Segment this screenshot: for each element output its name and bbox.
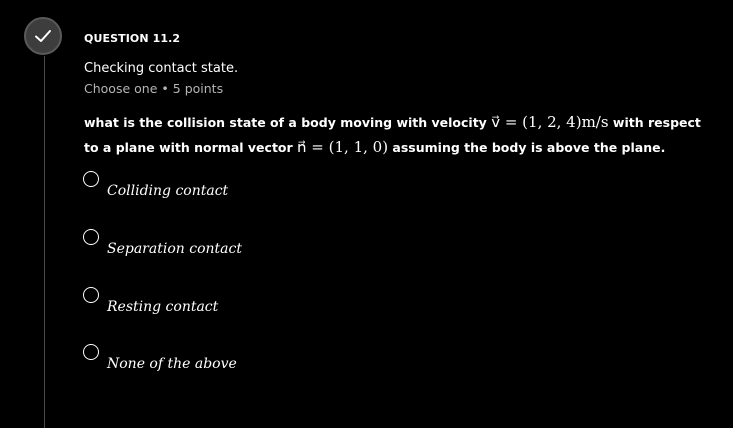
status-badge: [24, 17, 62, 55]
question-text-part-1: what is the collision state of a body mo…: [84, 115, 487, 130]
radio-button[interactable]: [83, 171, 99, 187]
radio-button[interactable]: [83, 287, 99, 303]
answer-option-separation[interactable]: Separation contact: [83, 229, 383, 259]
timeline-line: [44, 56, 45, 428]
option-label: Resting contact: [107, 299, 219, 315]
question-type: Choose one: [84, 81, 158, 96]
question-body: what is the collision state of a body mo…: [84, 110, 704, 160]
radio-button[interactable]: [83, 344, 99, 360]
option-label: Separation contact: [107, 241, 242, 257]
question-points: 5 points: [172, 81, 224, 96]
answer-option-colliding[interactable]: Colliding contact: [83, 171, 383, 201]
question-title: Checking contact state.: [84, 61, 239, 76]
answer-option-none[interactable]: None of the above: [83, 344, 383, 374]
check-icon: [35, 30, 51, 42]
option-label: Colliding contact: [107, 183, 229, 199]
question-text-part-3: assuming the body is above the plane.: [392, 140, 666, 155]
velocity-formula: v⃗ = (1, 2, 4)m/s: [491, 113, 609, 131]
separator-dot: •: [161, 81, 169, 96]
normal-formula: n⃗ = (1, 1, 0): [297, 138, 389, 156]
question-number: QUESTION 11.2: [84, 32, 181, 45]
answer-option-resting[interactable]: Resting contact: [83, 287, 383, 317]
question-meta: Choose one • 5 points: [84, 81, 223, 96]
option-label: None of the above: [107, 356, 237, 372]
radio-button[interactable]: [83, 229, 99, 245]
